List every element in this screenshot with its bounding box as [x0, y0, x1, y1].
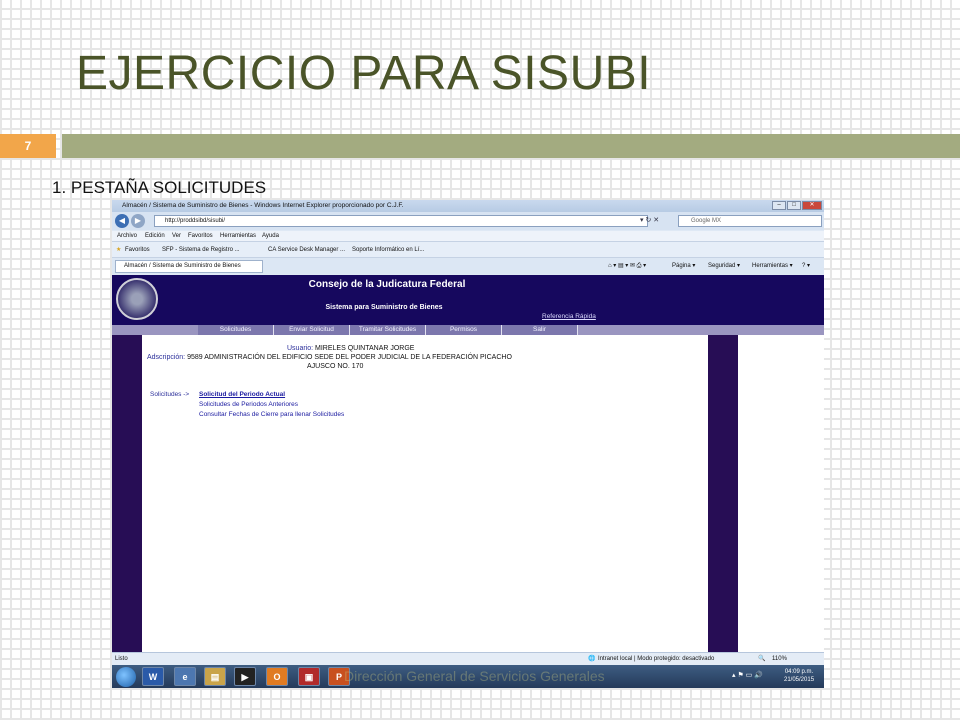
favorites-button[interactable]: Favoritos — [125, 242, 150, 258]
tab-row: Almacén / Sistema de Suministro de Biene… — [112, 258, 824, 274]
help-icon[interactable]: ? ▾ — [802, 261, 810, 271]
right-margin — [738, 335, 824, 652]
browser-screenshot: Almacén / Sistema de Suministro de Biene… — [112, 200, 824, 688]
cmd-pagina[interactable]: Página ▾ — [672, 261, 695, 271]
window-title-bar: Almacén / Sistema de Suministro de Biene… — [112, 200, 824, 212]
tab-tramitar-solicitudes[interactable]: Tramitar Solicitudes — [350, 325, 426, 335]
cmd-herramientas[interactable]: Herramientas ▾ — [752, 261, 793, 271]
menu-edicion[interactable]: Edición — [145, 231, 165, 242]
menu-favoritos[interactable]: Favoritos — [188, 231, 213, 242]
adscription-label: Adscripción: — [147, 354, 186, 361]
maximize-button[interactable]: □ — [787, 201, 801, 210]
title-divider-bar — [62, 134, 960, 158]
status-bar: Listo 🌐 Intranet local | Modo protegido:… — [112, 652, 824, 665]
home-print-icons[interactable]: ⌂ ▾ ▤ ▾ ✉ ⎙ ▾ — [608, 261, 646, 271]
slide-subtitle: 1. PESTAÑA SOLICITUDES — [52, 178, 267, 197]
menu-archivo[interactable]: Archivo — [117, 231, 137, 242]
search-input[interactable]: Google MX — [678, 215, 822, 227]
user-label: Usuario: — [287, 345, 314, 352]
window-title: Almacén / Sistema de Suministro de Biene… — [122, 202, 404, 209]
nav-bar: Solicitudes Enviar Solicitud Tramitar So… — [112, 325, 824, 335]
link-solicitud-periodo-actual[interactable]: Solicitud del Periodo Actual — [199, 391, 285, 398]
ie-icon[interactable]: e — [174, 667, 196, 686]
refresh-stop-icons[interactable]: ▾ ↻ ✕ — [640, 216, 659, 224]
favorite-link-sfp[interactable]: SFP - Sistema de Registro ... — [162, 242, 240, 258]
media-player-icon[interactable]: ▶ — [234, 667, 256, 686]
menu-ver[interactable]: Ver — [172, 231, 181, 242]
tab-solicitudes[interactable]: Solicitudes — [198, 325, 274, 335]
outlook-icon[interactable]: O — [266, 667, 288, 686]
tab-salir[interactable]: Salir — [502, 325, 578, 335]
close-button[interactable]: ✕ — [802, 201, 822, 210]
cmd-seguridad[interactable]: Seguridad ▾ — [708, 261, 740, 271]
org-name: Consejo de la Judicatura Federal — [308, 279, 466, 290]
clock-time: 04:09 p.m. — [784, 669, 814, 675]
left-border — [112, 335, 142, 652]
favorites-star-icon: ★ — [116, 247, 122, 253]
adscription-value: 9589 ADMINISTRACIÓN DEL EDIFICIO SEDE DE… — [187, 354, 512, 361]
page-header: Consejo de la Judicatura Federal Sistema… — [112, 275, 824, 325]
address-bar[interactable]: http://proddsibd/sisubi/ — [154, 215, 648, 227]
solicitudes-label: Solicitudes -> — [150, 391, 190, 398]
clock-date: 21/05/2015 — [784, 677, 815, 683]
tray-icons[interactable]: ▴ ⚑ ▭ 🔊 — [732, 671, 763, 679]
globe-icon: 🌐 — [588, 656, 596, 662]
address-row: ◀ ▶ http://proddsibd/sisubi/ ▾ ↻ ✕ Googl… — [112, 212, 824, 230]
link-consultar-fechas-cierre[interactable]: Consultar Fechas de Cierre para llenar S… — [199, 411, 344, 418]
word-icon[interactable]: W — [142, 667, 164, 686]
back-icon[interactable]: ◀ — [115, 214, 129, 228]
zone-text: Intranet local | Modo protegido: desacti… — [598, 656, 715, 662]
folder-icon[interactable]: ▤ — [204, 667, 226, 686]
user-name: MIRELES QUINTANAR JORGE — [315, 345, 415, 352]
favorites-bar: ★ Favoritos SFP - Sistema de Registro ..… — [112, 242, 824, 258]
minimize-button[interactable]: – — [772, 201, 786, 210]
zoom-level[interactable]: 110% — [772, 653, 787, 665]
footer-overlay-text: Dirección General de Servicios Generales — [344, 668, 605, 684]
zoom-icon[interactable]: 🔍 — [758, 653, 765, 665]
adscription-line: Adscripción: 9589 ADMINISTRACIÓN DEL EDI… — [147, 354, 512, 361]
system-name: Sistema para Suministro de Bienes — [325, 304, 443, 311]
menu-ayuda[interactable]: Ayuda — [262, 231, 279, 242]
favorite-link-ca[interactable]: CA Service Desk Manager ... — [268, 242, 345, 258]
menu-bar: Archivo Edición Ver Favoritos Herramient… — [112, 231, 824, 242]
taskbar: W e ▤ ▶ O ▣ P Dirección General de Servi… — [112, 665, 824, 688]
tab-permisos[interactable]: Permisos — [426, 325, 502, 335]
status-text: Listo — [115, 656, 128, 662]
right-border — [708, 335, 738, 652]
favorite-link-soporte[interactable]: Soporte Informático en Lí... — [352, 242, 424, 258]
forward-icon[interactable]: ▶ — [131, 214, 145, 228]
clock[interactable]: 04:09 p.m. 21/05/2015 — [784, 668, 814, 684]
start-button[interactable] — [116, 667, 136, 687]
quick-reference-link[interactable]: Referencia Rápida — [542, 313, 596, 320]
acrobat-icon[interactable]: ▣ — [298, 667, 320, 686]
user-line: Usuario: MIRELES QUINTANAR JORGE — [287, 345, 414, 352]
slide-title: EJERCICIO PARA SISUBI — [76, 47, 652, 100]
adscription-line2: AJUSCO NO. 170 — [307, 363, 364, 370]
main-content: Usuario: MIRELES QUINTANAR JORGE Adscrip… — [142, 335, 708, 652]
menu-herramientas[interactable]: Herramientas — [220, 231, 256, 242]
link-solicitudes-periodos-anteriores[interactable]: Solicitudes de Periodos Anteriores — [199, 401, 298, 408]
slide-number: 7 — [0, 134, 56, 158]
tab-enviar-solicitud[interactable]: Enviar Solicitud — [274, 325, 350, 335]
browser-tab[interactable]: Almacén / Sistema de Suministro de Biene… — [115, 260, 263, 273]
